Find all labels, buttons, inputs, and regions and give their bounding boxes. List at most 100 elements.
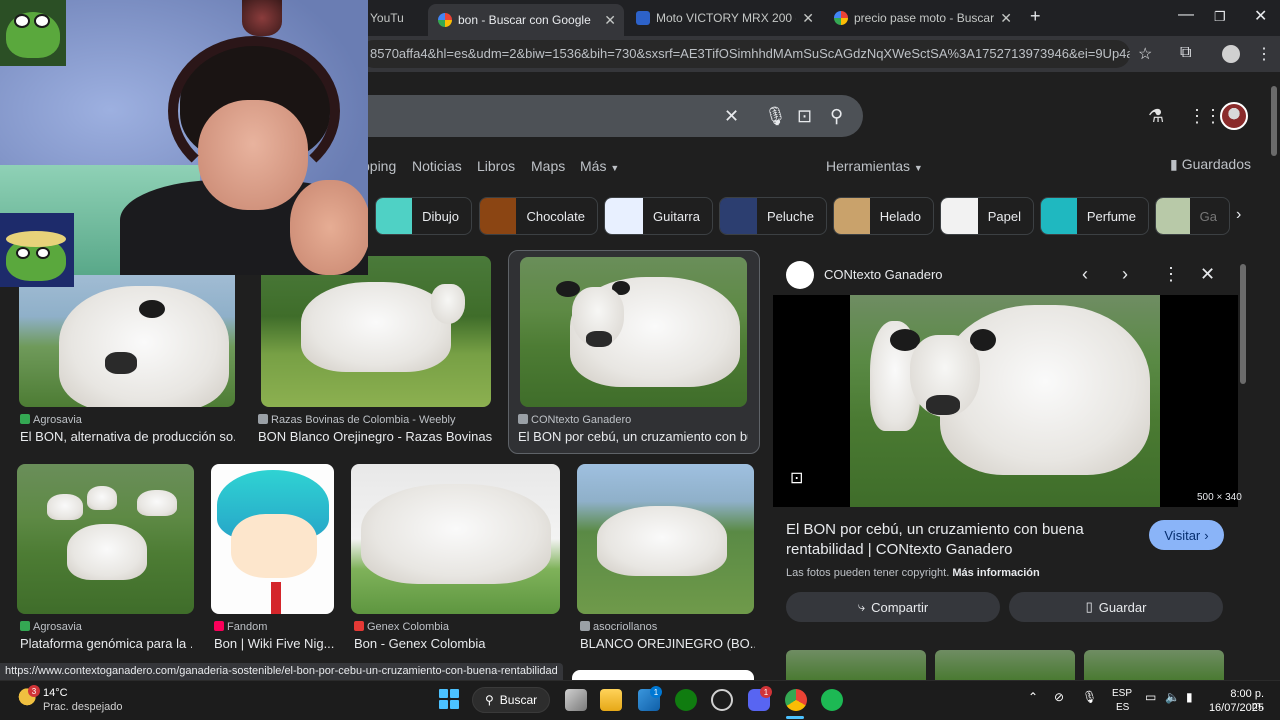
tab-libros[interactable]: Libros (477, 158, 515, 174)
result-title[interactable]: BLANCO OREJINEGRO (BO... (580, 636, 755, 651)
close-tab-icon[interactable]: ✕ (1000, 10, 1012, 27)
result-title[interactable]: El BON por cebú, un cruzamiento con bu..… (518, 429, 748, 444)
image-result-7[interactable] (577, 464, 754, 614)
account-avatar[interactable] (1220, 102, 1248, 130)
lens-icon[interactable]: ⊡ (790, 468, 803, 488)
show-hidden-icons-chevron-icon[interactable]: ⌃ (1028, 690, 1038, 704)
chips-scroll-right-icon[interactable]: › (1236, 206, 1241, 224)
chrome-icon[interactable] (785, 689, 807, 711)
tab-bon-search[interactable]: bon - Buscar con Google ✕ (428, 4, 624, 36)
image-result-partial[interactable] (572, 670, 754, 680)
more-info-link[interactable]: Más información (952, 567, 1039, 579)
microphone-icon[interactable]: 🎙 (1082, 690, 1097, 704)
save-button[interactable]: ▯ Guardar (1009, 592, 1223, 622)
chip-guitarra[interactable]: Guitarra (604, 197, 713, 235)
image-result-5[interactable] (211, 464, 334, 614)
camera-off-icon[interactable]: ⊘ (1054, 690, 1064, 704)
close-panel-icon[interactable]: ✕ (1200, 264, 1215, 285)
result-title[interactable]: Plataforma genómica para la ... (20, 636, 192, 651)
image-result-3[interactable] (520, 257, 747, 407)
close-tab-icon[interactable]: ✕ (802, 10, 814, 27)
new-tab-button[interactable]: + (1030, 6, 1041, 27)
agrosavia-favicon-icon (20, 414, 30, 424)
clock-date[interactable]: 16/07/2025 (1208, 702, 1264, 714)
chip-thumbnail (376, 198, 413, 234)
lens-search-icon[interactable]: ⊡ (797, 106, 812, 127)
tab-moto-victory[interactable]: Moto VICTORY MRX 200 - Sitio ✕ (626, 4, 822, 32)
battery-icon[interactable]: ▮ (1186, 690, 1193, 704)
panel-title[interactable]: El BON por cebú, un cruzamiento con buen… (786, 520, 1136, 560)
chip-papel[interactable]: Papel (940, 197, 1034, 235)
tab-noticias[interactable]: Noticias (412, 158, 462, 174)
labs-flask-icon[interactable]: ⚗ (1148, 106, 1164, 127)
settings-gear-icon[interactable] (711, 689, 733, 711)
result-title[interactable]: Bon - Genex Colombia (354, 636, 559, 651)
previous-image-icon[interactable]: ‹ (1082, 264, 1088, 285)
frog-hat (6, 231, 66, 247)
voice-search-icon[interactable]: 🎙 (764, 106, 787, 127)
result-title[interactable]: Bon | Wiki Five Nig... (214, 636, 334, 651)
input-language[interactable]: ESP (1112, 688, 1132, 699)
weather-temperature[interactable]: 14°C (43, 687, 68, 699)
copyright-notice: Las fotos pueden tener copyright. Más in… (786, 567, 1040, 579)
chip-peluche[interactable]: Peluche (719, 197, 827, 235)
next-image-icon[interactable]: › (1122, 264, 1128, 285)
xbox-icon[interactable] (675, 689, 697, 711)
close-tab-icon[interactable]: ✕ (604, 12, 616, 29)
tools-menu[interactable]: Herramientas ▼ (826, 158, 923, 174)
keyboard-layout[interactable]: ES (1116, 702, 1129, 713)
more-options-icon[interactable]: ⋮ (1162, 264, 1180, 285)
page-scrollbar[interactable] (1268, 72, 1280, 680)
chip-ganado[interactable]: Ga (1155, 197, 1230, 235)
cam-hand (290, 180, 368, 275)
spotify-icon[interactable] (821, 689, 843, 711)
scrollbar-thumb[interactable] (1271, 86, 1277, 156)
preview-image[interactable] (850, 295, 1160, 507)
result-title[interactable]: BON Blanco Orejinegro - Razas Bovinas ..… (258, 429, 493, 444)
restore-icon[interactable]: ❐ (1214, 9, 1226, 25)
tab-mas[interactable]: Más ▼ (580, 158, 619, 174)
chip-perfume[interactable]: Perfume (1040, 197, 1149, 235)
taskbar-search-button[interactable]: ⚲ Buscar (472, 687, 550, 713)
tab-precio-pase[interactable]: precio pase moto - Buscar con ✕ (824, 4, 1020, 32)
visit-button[interactable]: Visitar › (1149, 520, 1224, 550)
related-image[interactable] (786, 650, 926, 680)
panel-scrollbar[interactable] (1240, 264, 1246, 384)
profile-avatar[interactable] (1222, 45, 1240, 63)
task-view-icon[interactable] (565, 689, 587, 711)
chip-label: Chocolate (526, 208, 585, 224)
notification-badge: 1 (650, 686, 662, 698)
chip-label: Perfume (1086, 208, 1136, 224)
search-icon[interactable]: ⚲ (830, 106, 843, 127)
image-result-6[interactable] (351, 464, 560, 614)
chevron-right-icon: › (1204, 527, 1209, 543)
file-explorer-icon[interactable] (600, 689, 622, 711)
related-image[interactable] (1084, 650, 1224, 680)
extensions-icon[interactable]: ⧉ (1180, 44, 1191, 62)
cow-figure (67, 524, 147, 580)
clear-search-icon[interactable]: ✕ (724, 106, 739, 127)
network-icon[interactable]: ▭ (1145, 690, 1156, 704)
chip-helado[interactable]: Helado (833, 197, 934, 235)
share-button[interactable]: ⤷ Compartir (786, 592, 1000, 622)
bookmark-star-icon[interactable]: ☆ (1138, 44, 1152, 64)
weather-description[interactable]: Prac. despejado (43, 701, 123, 713)
result-title[interactable]: El BON, alternativa de producción so... (20, 429, 235, 444)
image-result-4[interactable] (17, 464, 194, 614)
figure-sticker (242, 0, 282, 36)
saved-link[interactable]: ▮ Guardados (1170, 156, 1251, 173)
chip-chocolate[interactable]: Chocolate (479, 197, 598, 235)
related-image[interactable] (935, 650, 1075, 680)
tab-maps[interactable]: Maps (531, 158, 565, 174)
volume-icon[interactable]: 🔈 (1165, 690, 1180, 704)
chip-dibujo[interactable]: Dibujo (375, 197, 472, 235)
close-window-icon[interactable]: ✕ (1254, 6, 1267, 26)
browser-menu-icon[interactable]: ⋮ (1256, 44, 1272, 64)
image-result-2[interactable] (261, 256, 491, 407)
tab-label: precio pase moto - Buscar con (854, 11, 994, 25)
minimize-icon[interactable]: — (1178, 6, 1194, 24)
address-bar[interactable]: 8570affa4&hl=es&udm=2&biw=1536&bih=730&s… (360, 40, 1130, 68)
windows-start-icon[interactable] (439, 689, 459, 709)
panel-source-name[interactable]: CONtexto Ganadero (824, 267, 943, 282)
tab-label: YouTu (370, 11, 404, 25)
